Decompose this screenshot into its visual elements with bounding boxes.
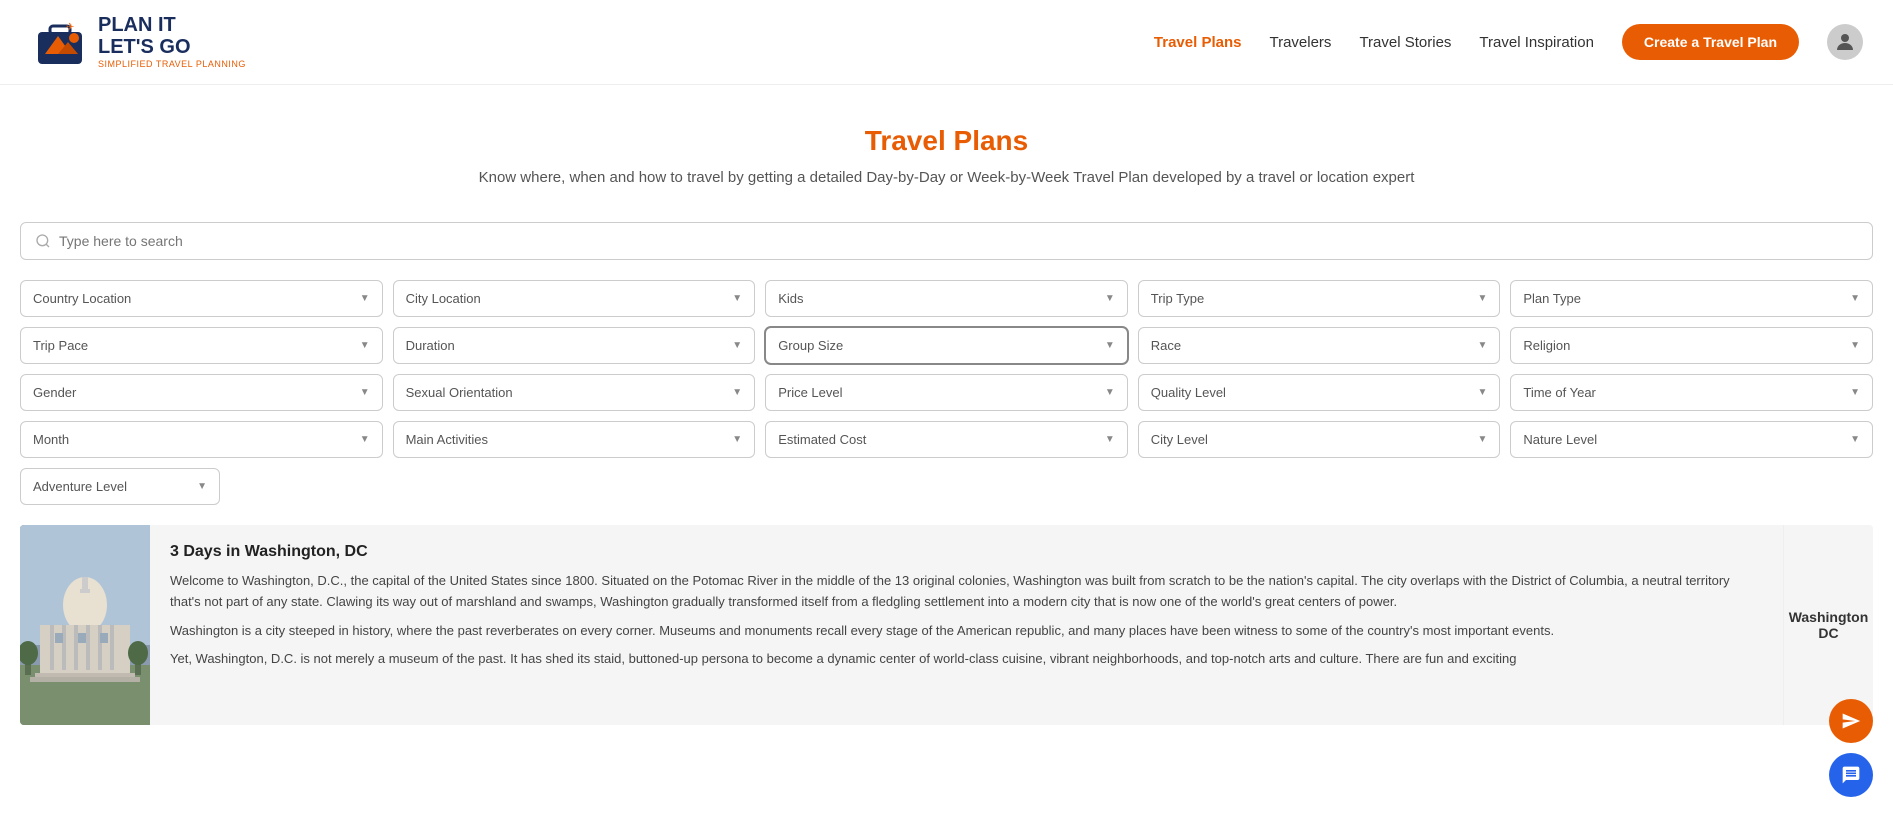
filter-month[interactable]: Month ▼ <box>20 421 383 458</box>
filter-row-1: Country Location ▼ City Location ▼ Kids … <box>20 280 1873 317</box>
filter-main-activities[interactable]: Main Activities ▼ <box>393 421 756 458</box>
send-message-button[interactable] <box>1829 699 1873 743</box>
filter-duration[interactable]: Duration ▼ <box>393 327 756 364</box>
filter-gender[interactable]: Gender ▼ <box>20 374 383 411</box>
filter-price-level[interactable]: Price Level ▼ <box>765 374 1128 411</box>
page-title: Travel Plans <box>20 125 1873 157</box>
chevron-down-icon: ▼ <box>1850 434 1860 445</box>
chevron-down-icon: ▼ <box>360 434 370 445</box>
avatar-icon <box>1833 30 1857 54</box>
hero-subtitle: Know where, when and how to travel by ge… <box>20 169 1873 186</box>
result-title: 3 Days in Washington, DC <box>170 543 1763 561</box>
results-section: 3 Days in Washington, DC Welcome to Wash… <box>20 525 1873 725</box>
chevron-down-icon: ▼ <box>1105 387 1115 398</box>
filter-city-location[interactable]: City Location ▼ <box>393 280 756 317</box>
chevron-down-icon: ▼ <box>197 481 207 492</box>
filter-kids[interactable]: Kids ▼ <box>765 280 1128 317</box>
filter-trip-type[interactable]: Trip Type ▼ <box>1138 280 1501 317</box>
filters-section: Country Location ▼ City Location ▼ Kids … <box>0 270 1893 515</box>
result-item: 3 Days in Washington, DC Welcome to Wash… <box>20 525 1873 725</box>
result-desc-1: Welcome to Washington, D.C., the capital… <box>170 571 1763 613</box>
chevron-down-icon: ▼ <box>1477 293 1487 304</box>
chevron-down-icon: ▼ <box>1477 434 1487 445</box>
chevron-down-icon: ▼ <box>360 293 370 304</box>
filter-adventure-level[interactable]: Adventure Level ▼ <box>20 468 220 505</box>
location-city: Washington <box>1789 609 1869 625</box>
chevron-down-icon: ▼ <box>1850 293 1860 304</box>
filter-estimated-cost[interactable]: Estimated Cost ▼ <box>765 421 1128 458</box>
logo-subtitle-text: SIMPLIFIED TRAVEL PLANNING <box>98 60 246 70</box>
chevron-down-icon: ▼ <box>1105 340 1115 351</box>
result-location: Washington DC <box>1783 525 1873 725</box>
filter-plan-type[interactable]: Plan Type ▼ <box>1510 280 1873 317</box>
location-state: DC <box>1818 625 1838 641</box>
nav-travel-stories[interactable]: Travel Stories <box>1359 34 1451 51</box>
chevron-down-icon: ▼ <box>1477 387 1487 398</box>
nav-travelers[interactable]: Travelers <box>1269 34 1331 51</box>
chevron-down-icon: ▼ <box>732 340 742 351</box>
create-travel-plan-button[interactable]: Create a Travel Plan <box>1622 24 1799 60</box>
chevron-down-icon: ▼ <box>732 434 742 445</box>
hero-section: Travel Plans Know where, when and how to… <box>0 85 1893 206</box>
result-desc-2: Washington is a city steeped in history,… <box>170 621 1763 642</box>
filter-country-location[interactable]: Country Location ▼ <box>20 280 383 317</box>
chat-icon <box>1841 765 1861 785</box>
logo-lets-text: LET'S GO <box>98 36 191 58</box>
filter-trip-pace[interactable]: Trip Pace ▼ <box>20 327 383 364</box>
chat-support-button[interactable] <box>1829 753 1873 797</box>
filter-row-3: Gender ▼ Sexual Orientation ▼ Price Leve… <box>20 374 1873 411</box>
result-desc-3: Yet, Washington, D.C. is not merely a mu… <box>170 649 1763 670</box>
filter-row-5: Adventure Level ▼ <box>20 468 1873 505</box>
filter-group-size[interactable]: Group Size ▼ <box>765 327 1128 364</box>
logo-icon: ✈ <box>30 12 90 72</box>
chevron-down-icon: ▼ <box>1105 434 1115 445</box>
send-icon <box>1841 711 1861 731</box>
nav-travel-plans[interactable]: Travel Plans <box>1154 34 1242 51</box>
filter-nature-level[interactable]: Nature Level ▼ <box>1510 421 1873 458</box>
search-icon <box>35 233 51 249</box>
svg-text:✈: ✈ <box>66 22 74 33</box>
filter-city-level[interactable]: City Level ▼ <box>1138 421 1501 458</box>
filter-race[interactable]: Race ▼ <box>1138 327 1501 364</box>
chevron-down-icon: ▼ <box>1850 340 1860 351</box>
result-content: 3 Days in Washington, DC Welcome to Wash… <box>150 525 1783 725</box>
filter-row-2: Trip Pace ▼ Duration ▼ Group Size ▼ Race… <box>20 327 1873 364</box>
logo-text: PLAN IT LET'S GO SIMPLIFIED TRAVEL PLANN… <box>98 14 246 70</box>
washington-dc-image <box>20 525 150 725</box>
search-section <box>0 206 1893 270</box>
filter-row-4: Month ▼ Main Activities ▼ Estimated Cost… <box>20 421 1873 458</box>
logo-plan-text: PLAN IT <box>98 14 176 36</box>
filter-religion[interactable]: Religion ▼ <box>1510 327 1873 364</box>
chevron-down-icon: ▼ <box>1850 387 1860 398</box>
logo[interactable]: ✈ PLAN IT LET'S GO SIMPLIFIED TRAVEL PLA… <box>30 12 246 72</box>
avatar[interactable] <box>1827 24 1863 60</box>
search-input[interactable] <box>59 233 1858 249</box>
result-image[interactable] <box>20 525 150 725</box>
search-box[interactable] <box>20 222 1873 260</box>
chevron-down-icon: ▼ <box>732 293 742 304</box>
filter-quality-level[interactable]: Quality Level ▼ <box>1138 374 1501 411</box>
nav-travel-inspiration[interactable]: Travel Inspiration <box>1479 34 1594 51</box>
chat-buttons <box>1829 699 1873 797</box>
chevron-down-icon: ▼ <box>1477 340 1487 351</box>
chevron-down-icon: ▼ <box>360 340 370 351</box>
chevron-down-icon: ▼ <box>360 387 370 398</box>
filter-sexual-orientation[interactable]: Sexual Orientation ▼ <box>393 374 756 411</box>
filter-time-of-year[interactable]: Time of Year ▼ <box>1510 374 1873 411</box>
chevron-down-icon: ▼ <box>732 387 742 398</box>
chevron-down-icon: ▼ <box>1105 293 1115 304</box>
main-nav: Travel Plans Travelers Travel Stories Tr… <box>1154 24 1863 60</box>
